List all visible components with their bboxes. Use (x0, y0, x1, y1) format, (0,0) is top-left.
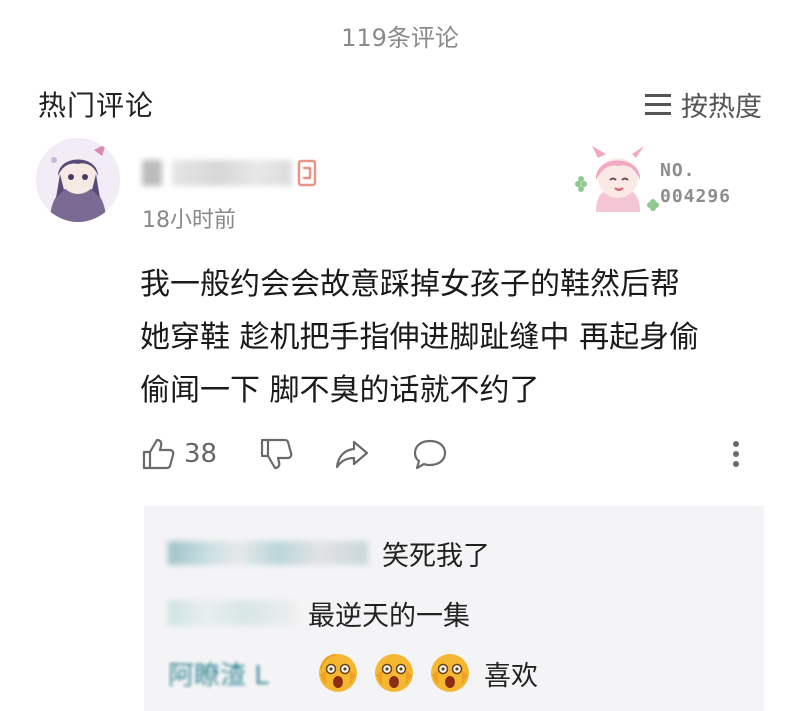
thumbs-up-icon (142, 438, 175, 470)
avatar-image (36, 138, 120, 222)
reply-text: 喜欢 (484, 660, 538, 692)
fan-badge[interactable] (570, 142, 750, 222)
menu-icon (645, 94, 671, 115)
replies-panel: 笑死我了 最逆天的一集 阿瞭渣 L 喜欢 (144, 506, 764, 711)
reply-item[interactable]: 最逆天的一集 (168, 590, 470, 636)
share-icon (335, 440, 369, 469)
username-blur-block (172, 160, 292, 186)
reply-bubble-icon (413, 439, 447, 470)
comment-timestamp: 18小时前 (142, 208, 236, 233)
badge-number: 004296 (660, 186, 732, 207)
level-badge (298, 160, 316, 186)
scream-emoji-icon (375, 654, 413, 692)
more-vertical-icon (733, 441, 739, 467)
section-title: 热门评论 (38, 89, 155, 122)
username-blur-block (142, 160, 162, 186)
scream-emoji-icon (319, 654, 357, 692)
like-count: 38 (184, 439, 218, 469)
reply-author-blur-block (168, 541, 368, 565)
sort-label: 按热度 (681, 91, 762, 123)
reply-author-blur-block (168, 600, 296, 626)
badge-no-label: NO. (660, 160, 696, 181)
reply-text: 最逆天的一集 (308, 600, 470, 632)
thumbs-down-icon (260, 438, 293, 470)
reply-item[interactable]: 笑死我了 (168, 530, 490, 576)
sort-by-heat-button[interactable]: 按热度 (645, 85, 762, 124)
dislike-button[interactable] (258, 430, 294, 478)
comment-line: 偷闻一下 脚不臭的话就不约了 (140, 373, 540, 408)
reply-author-blurred[interactable]: 阿瞭渣 L (168, 650, 316, 696)
scream-emoji-icon (431, 654, 469, 692)
reply-text: 笑死我了 (382, 540, 490, 572)
share-button[interactable] (334, 430, 370, 478)
clover-icon (647, 199, 659, 211)
reply-item[interactable]: 阿瞭渣 L 喜欢 (168, 650, 538, 696)
comments-section-header: 热门评论 按热度 (38, 84, 762, 124)
comment-line: 我一般约会会故意踩掉女孩子的鞋然后帮 (140, 267, 680, 302)
reply-author-blurred[interactable] (168, 530, 382, 576)
more-options-button[interactable] (728, 430, 744, 478)
like-button[interactable]: 38 (140, 430, 217, 478)
avatar[interactable] (36, 138, 120, 222)
username-blurred[interactable] (142, 156, 320, 190)
reply-author-name: 阿瞭渣 L (168, 660, 269, 691)
comment-line: 她穿鞋 趁机把手指伸进脚趾缝中 再起身偷 (140, 320, 700, 355)
comment-body: 我一般约会会故意踩掉女孩子的鞋然后帮 她穿鞋 趁机把手指伸进脚趾缝中 再起身偷 … (140, 258, 765, 417)
reply-button[interactable] (412, 430, 448, 478)
reply-author-blurred[interactable] (168, 590, 308, 636)
comment-actions: 38 (140, 430, 760, 478)
comment-count-title: 119条评论 (341, 24, 459, 52)
